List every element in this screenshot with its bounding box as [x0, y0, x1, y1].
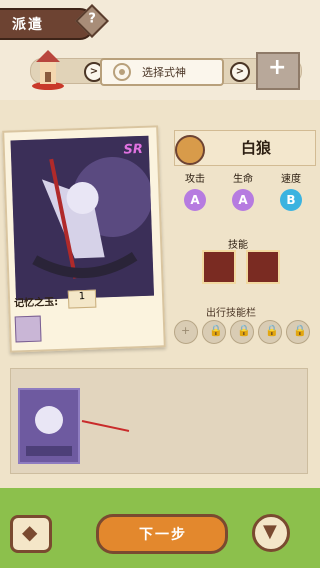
lock-icon: 🔒 [265, 324, 279, 337]
stat-grade: A [232, 189, 254, 211]
memory-label: 记忆之玉: [14, 296, 59, 310]
next-button[interactable]: 下一步 [96, 514, 228, 554]
next-label: 下一步 [139, 527, 187, 543]
character-name: 白狼 [241, 139, 272, 157]
filter-button[interactable]: ▼ [252, 514, 290, 552]
step-house-icon [26, 48, 70, 92]
skills-title: 技能 [228, 240, 248, 251]
stat-label: 生命 [233, 174, 253, 185]
back-icon: ◆ [22, 520, 38, 544]
stat-attack: 攻击 A [170, 170, 220, 211]
lock-icon: 🔒 [209, 324, 223, 337]
avatar [14, 315, 42, 343]
roster-character-thumbnail[interactable] [18, 388, 80, 464]
funnel-icon: ▼ [263, 521, 277, 542]
skill-2-icon[interactable] [246, 250, 280, 284]
name-plate: 白狼 [174, 130, 316, 166]
page-title: 派遣 [12, 17, 44, 33]
skill-slot-4: 🔒 [258, 320, 282, 344]
lock-icon: 🔒 [293, 324, 307, 337]
help-icon: ? [88, 11, 96, 27]
skill-slots-title: 出行技能栏 [206, 308, 256, 319]
skill-slot-3: 🔒 [230, 320, 254, 344]
character-card: SR 记忆之玉: 1 [2, 125, 166, 353]
sparkle-icon: + [181, 324, 191, 337]
lock-icon: 🔒 [237, 324, 251, 337]
back-button[interactable]: ◆ [10, 515, 52, 553]
rarity-badge: SR [123, 141, 144, 158]
skill-slot-1[interactable]: + [174, 320, 198, 344]
stat-hp: 生命 A [218, 170, 268, 211]
step-add-slot[interactable]: + [256, 52, 300, 90]
crossed-swords-icon [175, 135, 205, 165]
stat-grade: A [184, 189, 206, 211]
step-arrow-2: > [230, 62, 250, 82]
skill-slot-5: 🔒 [286, 320, 310, 344]
character-portrait: SR [10, 135, 155, 301]
stat-grade: B [280, 189, 302, 211]
memory-count: 1 [67, 289, 97, 309]
skill-slot-2: 🔒 [202, 320, 226, 344]
stat-label: 攻击 [185, 174, 205, 185]
character-info: 白狼 攻击 A 生命 A 速度 B 技能 出行技能栏 + 🔒 🔒 🔒 🔒 [166, 128, 316, 356]
stat-label: 速度 [281, 174, 301, 185]
stat-speed: 速度 B [266, 170, 316, 211]
step-label: 选择式神 [142, 66, 186, 79]
skill-1-icon[interactable] [202, 250, 236, 284]
plus-icon: + [268, 55, 287, 80]
step-select-shikigami: 选择式神 [100, 58, 224, 86]
